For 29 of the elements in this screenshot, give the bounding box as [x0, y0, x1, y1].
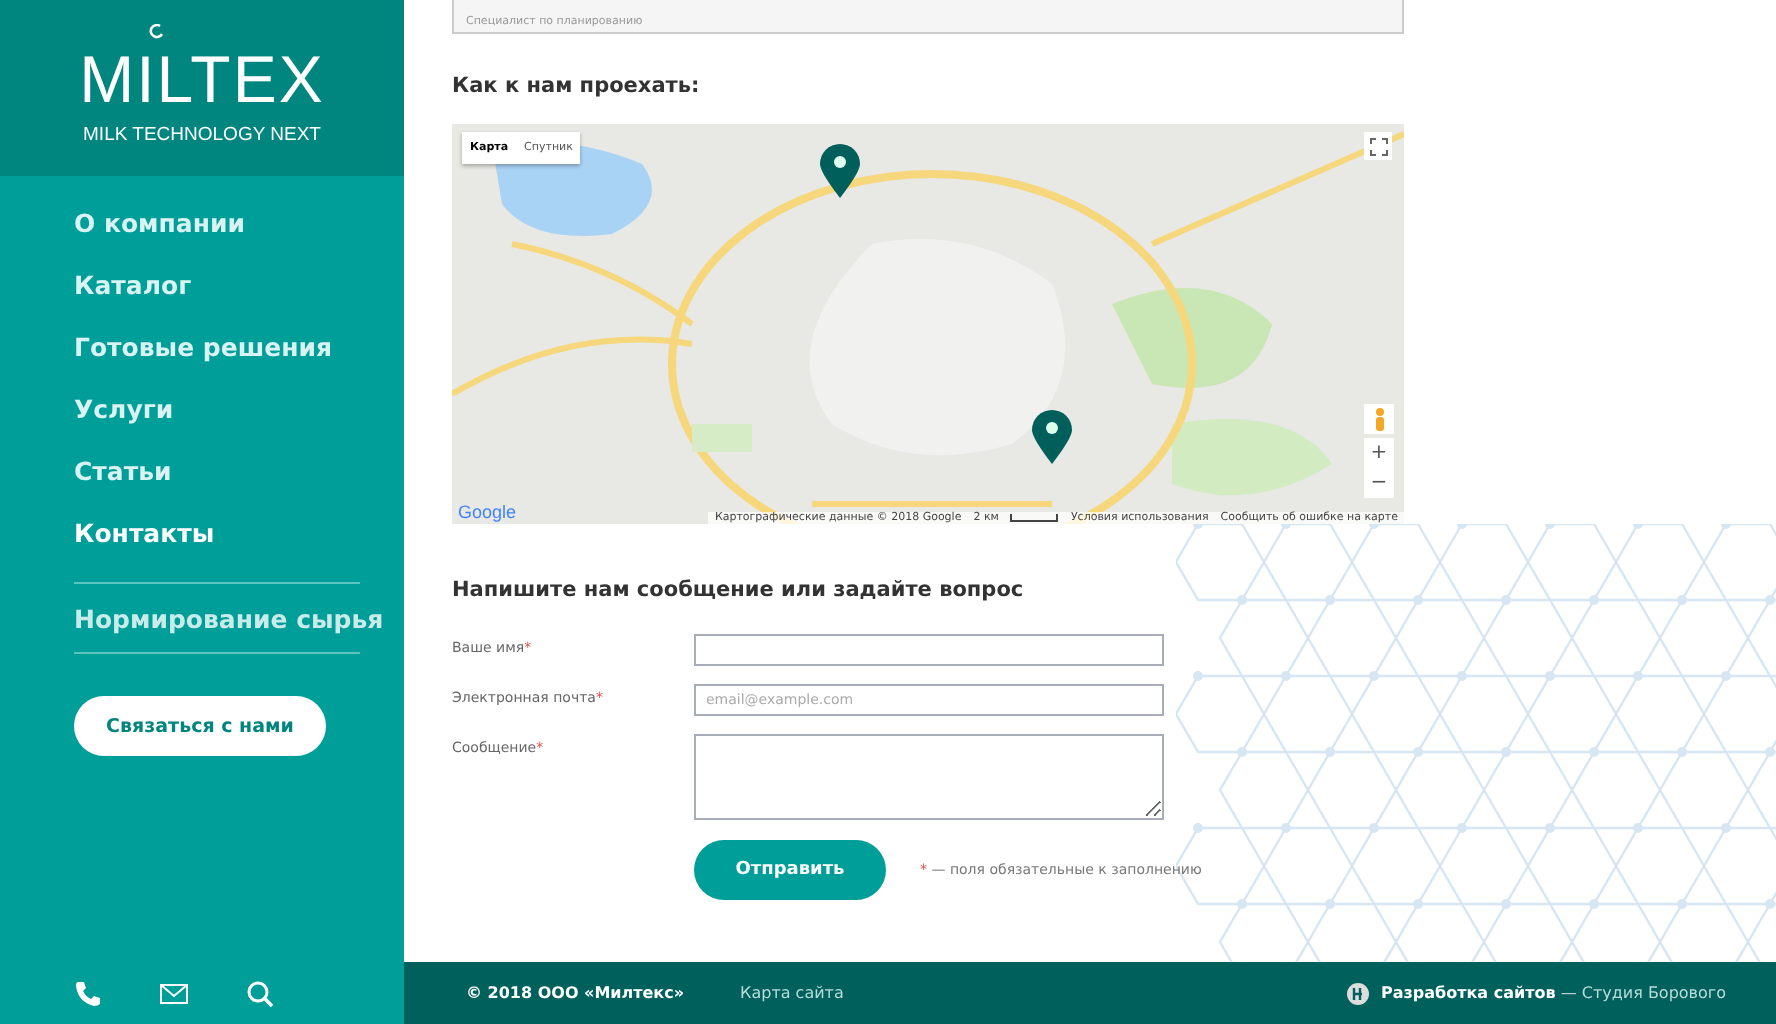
nav-link[interactable]: Каталог [74, 268, 360, 330]
search-icon[interactable] [246, 980, 274, 1008]
input-field[interactable] [694, 634, 1164, 666]
section-heading: Как к нам проехать: [452, 74, 702, 98]
map-pin-icon[interactable] [1032, 410, 1072, 466]
contact-button[interactable]: Связаться с нами [74, 696, 326, 756]
nav-link[interactable]: Услуги [74, 392, 360, 454]
nav-link[interactable]: Контакты [74, 516, 360, 578]
person-icon [1371, 407, 1387, 431]
nav-link[interactable]: Готовые решения [74, 330, 360, 392]
street-view-button[interactable] [1364, 404, 1394, 434]
nav-link[interactable]: Статьи [74, 454, 360, 516]
map-pin-icon[interactable] [820, 144, 860, 200]
developer-link[interactable]: Разработка сайтов — Студия Борового [1380, 984, 1726, 1002]
nav-link[interactable]: Нормирование сырья [74, 604, 384, 634]
fullscreen-button[interactable] [1364, 132, 1392, 160]
map-provider-logo: Google [458, 502, 517, 522]
copyright: © 2018 ООО «Милтекс» [466, 984, 685, 1002]
scale-bar [1010, 514, 1059, 522]
send-button[interactable]: Отправить [694, 840, 886, 900]
studio-logo-icon [1346, 981, 1371, 1005]
phone-icon[interactable] [74, 980, 102, 1008]
mail-icon[interactable] [160, 984, 188, 1004]
logo[interactable]: MILTEX [79, 46, 325, 112]
message-field[interactable] [694, 734, 1164, 820]
logo-tagline: MILK TECHNOLOGY NEXT [83, 124, 321, 146]
nav-link[interactable]: О компании [74, 206, 360, 268]
form-heading: Напишите нам сообщение или задайте вопрос [452, 578, 1026, 602]
sitemap-link[interactable]: Карта сайта [740, 984, 844, 1002]
